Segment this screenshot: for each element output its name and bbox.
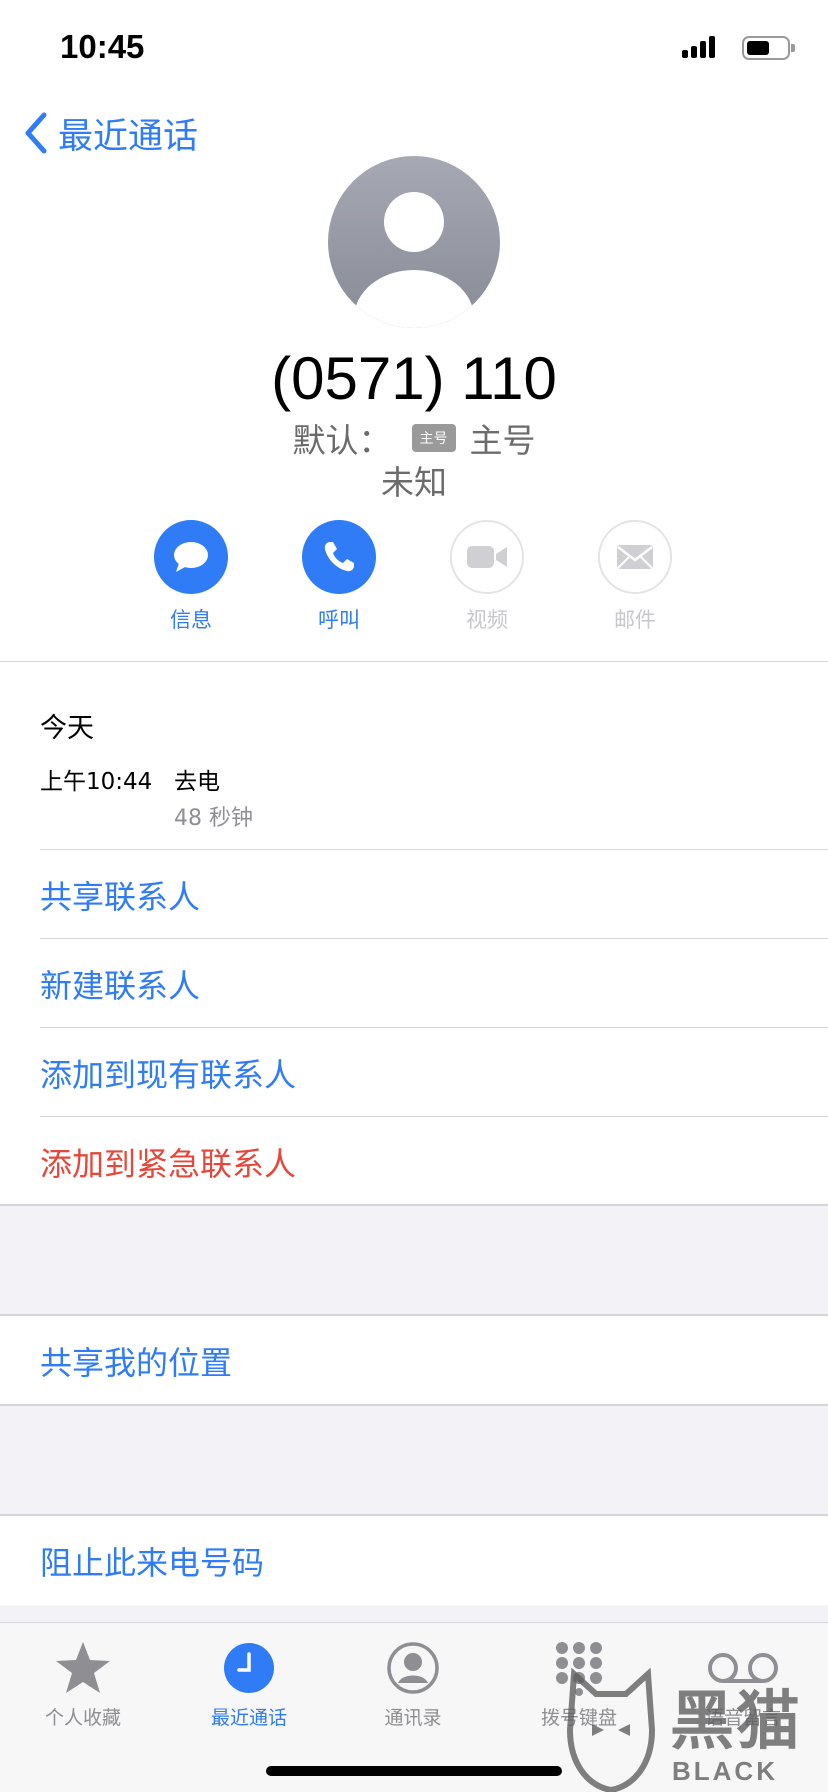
call-label: 呼叫 [318,608,360,632]
message-button[interactable]: 信息 [131,520,251,634]
message-icon [174,542,208,572]
message-label: 信息 [170,608,212,632]
tab-favorites[interactable]: 个人收藏 [8,1637,158,1730]
person-icon [354,192,474,328]
add-to-existing-label: 添加到现有联系人 [40,1055,297,1094]
tab-recents[interactable]: 最近通话 [174,1637,324,1730]
divider [0,1204,828,1206]
default-number-line: 默认： 主号 主号 [0,414,828,462]
video-label: 视频 [466,608,508,632]
black-cat-watermark: 黑猫 BLACK CAT [556,1666,828,1792]
tab-contacts-label: 通讯录 [384,1707,442,1729]
new-contact-label: 新建联系人 [40,966,201,1005]
add-to-emergency-contact-button[interactable]: 添加到紧急联系人 [0,1117,828,1206]
status-bar: 10:45 [0,0,828,100]
call-type: 去电 [174,769,220,795]
block-caller-label: 阻止此来电号码 [40,1543,265,1582]
clock-icon [224,1643,274,1693]
divider [0,1404,828,1406]
mail-icon [617,545,653,569]
share-contact-button[interactable]: 共享联系人 [0,850,828,939]
chevron-left-icon [25,112,47,154]
sim-name: 主号 [469,421,536,460]
share-my-location-button[interactable]: 共享我的位置 [0,1316,828,1405]
add-to-emergency-label: 添加到紧急联系人 [40,1144,297,1183]
video-button[interactable]: 视频 [427,520,547,634]
star-icon [56,1642,110,1693]
back-label: 最近通话 [58,116,199,157]
contacts-icon [387,1642,439,1694]
phone-number: (0571) 110 [271,345,557,412]
mail-label: 邮件 [614,608,656,632]
mail-button[interactable]: 邮件 [575,520,695,634]
contact-header: 10:45 最近通话 (0571) 110 默认： 主号 主号 未知 信息 呼叫… [0,0,828,662]
recent-calls-section: 今天 上午10:44 去电 48 秒钟 [0,662,828,850]
default-label: 默认： [292,421,392,460]
tab-favorites-label: 个人收藏 [44,1707,121,1729]
recent-day-label: 今天 [40,713,94,744]
watermark-text: 黑猫 [670,1685,802,1759]
action-row: 信息 呼叫 视频 邮件 [0,520,828,640]
sim-badge: 主号 [411,424,456,452]
video-icon [467,546,507,568]
block-caller-button[interactable]: 阻止此来电号码 [0,1516,828,1605]
add-to-existing-contact-button[interactable]: 添加到现有联系人 [0,1028,828,1117]
share-location-label: 共享我的位置 [40,1343,233,1382]
status-time: 10:45 [60,28,145,65]
block-action-list: 阻止此来电号码 [0,1516,828,1605]
location-action-list: 共享我的位置 [0,1316,828,1405]
battery-icon [742,36,795,60]
cellular-signal-icon [682,34,722,58]
share-contact-label: 共享联系人 [40,877,201,916]
call-duration: 48 秒钟 [174,806,253,831]
cat-logo-icon [566,1667,656,1792]
call-time: 上午10:44 [40,769,153,795]
call-button[interactable]: 呼叫 [279,520,399,634]
tab-contacts[interactable]: 通讯录 [338,1637,488,1730]
phone-icon [324,542,354,572]
avatar [328,156,500,328]
watermark-subtext: BLACK CAT [672,1756,778,1792]
tab-recents-label: 最近通话 [210,1707,287,1729]
contact-action-list: 共享联系人 新建联系人 添加到现有联系人 添加到紧急联系人 [0,850,828,1206]
location-label: 未知 [381,463,447,502]
back-button[interactable]: 最近通话 [22,108,198,158]
home-indicator [266,1766,562,1776]
new-contact-button[interactable]: 新建联系人 [0,939,828,1028]
